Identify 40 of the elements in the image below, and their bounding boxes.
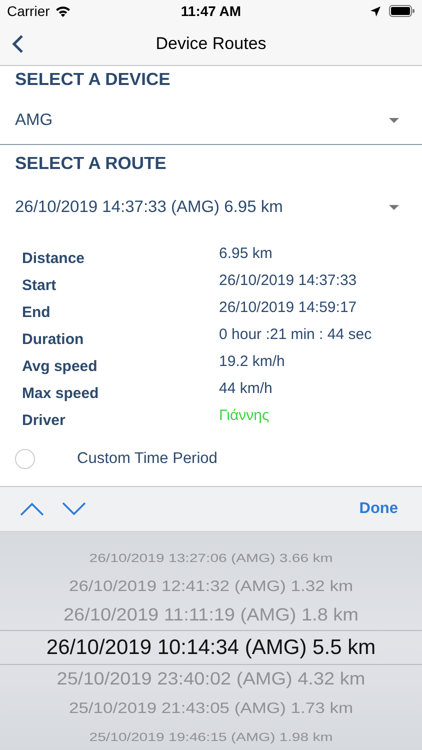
picker-option[interactable]: 25/10/2019 21:43:05 (AMG) 1.73 km (0, 696, 422, 721)
detail-label: Start (22, 276, 58, 296)
detail-label: Duration (22, 330, 85, 350)
down-chevron-icon (62, 502, 86, 516)
detail-label: Max speed (22, 384, 100, 404)
up-chevron-icon (20, 502, 44, 516)
detail-value: Γιάννης (219, 407, 270, 426)
section-heading: SELECT A ROUTE (14, 152, 168, 175)
detail-value: 19.2 km/h (219, 353, 286, 372)
dropdown-caret-icon (389, 204, 399, 210)
detail-label: Distance (22, 249, 86, 269)
battery-icon (389, 5, 415, 17)
picker-option[interactable]: 26/10/2019 10:14:34 (AMG) 5.5 km (0, 630, 422, 665)
route-picker[interactable] (0, 532, 422, 750)
detail-value: 0 hour :21 min : 44 sec (219, 326, 373, 345)
dropdown-caret-icon (389, 118, 399, 123)
carrier-name: Carrier (7, 3, 50, 19)
previous-button[interactable] (18, 500, 46, 518)
location-arrow-icon (370, 6, 381, 16)
picker-option[interactable]: 25/10/2019 19:46:15 (AMG) 1.98 km (0, 726, 422, 748)
detail-label: Avg speed (22, 357, 98, 377)
detail-label: Driver (22, 411, 66, 431)
picker-option[interactable]: 26/10/2019 13:27:06 (AMG) 3.66 km (0, 546, 422, 570)
detail-label: End (22, 303, 52, 323)
picker-option[interactable]: 26/10/2019 12:41:32 (AMG) 1.32 km (0, 574, 422, 599)
radio-label: Custom Time Period (77, 450, 218, 468)
radio-button[interactable] (15, 449, 35, 469)
detail-value: 26/10/2019 14:37:33 (219, 272, 358, 291)
section-heading: SELECT A DEVICE (14, 68, 172, 91)
screen-title: Device Routes (156, 34, 266, 54)
done-button[interactable]: Done (357, 498, 400, 520)
next-button[interactable] (60, 500, 88, 518)
detail-value: 44 km/h (219, 380, 274, 399)
status-time: 11:47 AM (180, 3, 242, 19)
wifi-icon (54, 5, 71, 17)
detail-value: 26/10/2019 14:59:17 (219, 299, 358, 318)
picker-option[interactable]: 25/10/2019 23:40:02 (AMG) 4.32 km (0, 666, 422, 693)
detail-value: 6.95 km (219, 245, 274, 264)
back-chevron-icon (12, 34, 24, 54)
picker-option[interactable]: 26/10/2019 11:11:19 (AMG) 1.8 km (0, 602, 422, 629)
